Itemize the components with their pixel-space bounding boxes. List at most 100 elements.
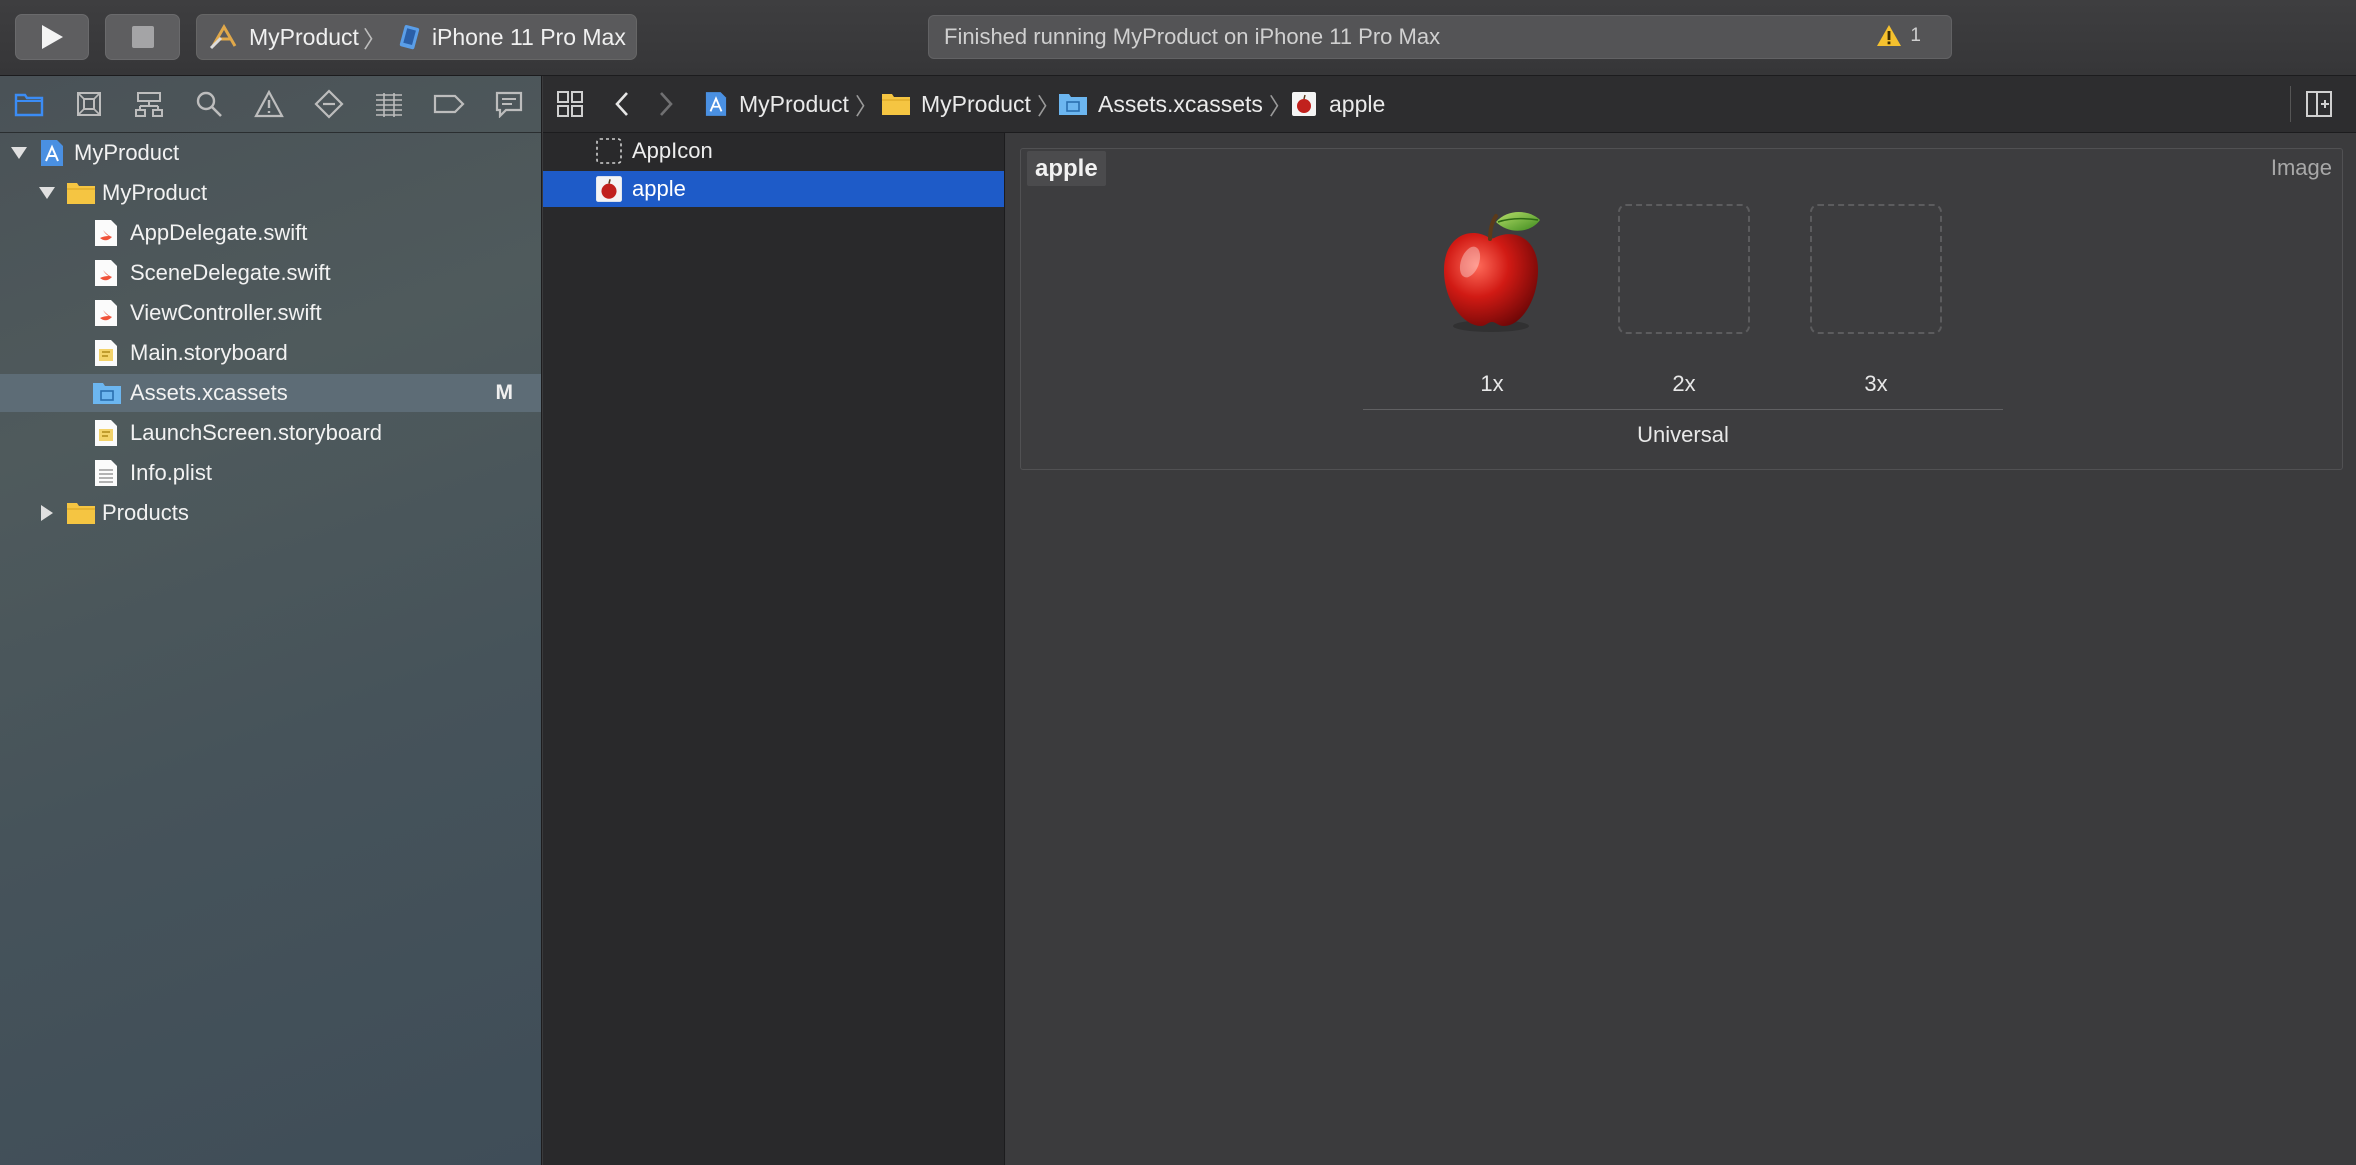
add-editor-button[interactable] (2305, 76, 2333, 132)
stop-icon (131, 26, 154, 48)
forward-button[interactable] (657, 76, 675, 132)
tree-label: Info.plist (130, 460, 212, 485)
breadcrumb-separator: 〉 (1268, 93, 1292, 119)
tab-symbol[interactable] (131, 88, 167, 120)
app-target-icon (209, 24, 237, 50)
tree-item-assets[interactable]: Assets.xcassets M (0, 374, 541, 412)
project-navigator-icon (14, 93, 44, 117)
image-set-name[interactable]: apple (1027, 151, 1106, 186)
scheme-project: MyProduct (249, 23, 359, 50)
grid-icon (557, 91, 583, 117)
swift-file-icon (95, 300, 117, 326)
tab-source-control[interactable] (71, 88, 107, 120)
image-slot-3x[interactable] (1810, 204, 1942, 334)
warning-indicator[interactable]: 1 (1876, 24, 1921, 47)
toolbar: MyProduct 〉 iPhone 11 Pro Max Finished r… (0, 0, 2356, 76)
disclosure-collapsed-icon[interactable] (38, 504, 56, 522)
tree-item-products[interactable]: Products (0, 494, 541, 532)
tab-issue[interactable] (251, 88, 287, 120)
asset-catalog-icon (1059, 94, 1087, 115)
tree-item-scenedelegate[interactable]: SceneDelegate.swift (0, 254, 541, 292)
breadcrumb-label: apple (1329, 90, 1386, 117)
play-icon (42, 25, 63, 49)
tree-item-appdelegate[interactable]: AppDelegate.swift (0, 214, 541, 252)
tree-item-infoplist[interactable]: Info.plist (0, 454, 541, 492)
tab-test[interactable] (311, 88, 347, 120)
image-set-icon (596, 176, 622, 202)
app-icon-set-icon (596, 138, 622, 164)
device-group-divider (1363, 409, 2003, 410)
image-set-icon (1292, 92, 1316, 116)
tab-project[interactable] (11, 88, 47, 120)
report-navigator-icon (495, 91, 523, 118)
breadcrumb-label: MyProduct (921, 90, 1031, 117)
folder-icon (882, 94, 910, 115)
tree-label: Main.storyboard (130, 340, 288, 365)
breadcrumb-assets[interactable]: Assets.xcassets 〉 (1058, 76, 1292, 132)
swift-file-icon (95, 260, 117, 286)
breadcrumb-project[interactable]: MyProduct 〉 (705, 76, 878, 132)
tree-label: Products (102, 500, 189, 525)
run-button[interactable] (15, 14, 89, 60)
storyboard-file-icon (95, 340, 117, 366)
tab-report[interactable] (491, 88, 527, 120)
breadcrumb-label: MyProduct (739, 90, 849, 117)
editor-jump-bar: MyProduct 〉 MyProduct 〉 Assets.xcassets … (543, 76, 2356, 133)
folder-icon (67, 183, 95, 204)
asset-label: apple (632, 176, 686, 201)
breadcrumb-label: Assets.xcassets (1098, 90, 1263, 117)
warning-icon (1877, 25, 1902, 46)
asset-item-apple[interactable]: apple (543, 171, 1004, 207)
find-navigator-icon (196, 91, 222, 117)
related-items-button[interactable] (556, 76, 584, 132)
apple-image (1444, 212, 1540, 332)
breadcrumb-image-set[interactable]: apple (1291, 76, 1385, 132)
scheme-device: iPhone 11 Pro Max (431, 23, 626, 50)
asset-item-appicon[interactable]: AppIcon (543, 133, 1004, 169)
tree-item-group-myproduct[interactable]: MyProduct (0, 174, 541, 212)
tab-breakpoint[interactable] (431, 88, 467, 120)
breakpoint-navigator-icon (433, 94, 465, 114)
debug-navigator-icon (376, 93, 402, 117)
tab-find[interactable] (191, 88, 227, 120)
back-button[interactable] (613, 76, 631, 132)
tab-debug[interactable] (371, 88, 407, 120)
xcode-project-icon (41, 140, 63, 166)
tree-label: AppDelegate.swift (130, 220, 308, 245)
storyboard-file-icon (95, 420, 117, 446)
tree-label: LaunchScreen.storyboard (130, 420, 382, 445)
stop-button[interactable] (105, 14, 180, 60)
disclosure-expanded-icon[interactable] (10, 144, 28, 162)
asset-catalog-icon (93, 383, 121, 404)
tree-label: MyProduct (102, 180, 208, 205)
chevron-left-icon (615, 92, 628, 116)
scale-label-1x: 1x (1480, 371, 1504, 396)
swift-file-icon (95, 220, 117, 246)
project-navigator: MyProduct MyProduct AppDelegate.swift Sc… (0, 76, 542, 1165)
navigator-tabs (0, 76, 541, 133)
image-set-type: Image (2270, 155, 2332, 180)
tree-item-launchscreen[interactable]: LaunchScreen.storyboard (0, 414, 541, 452)
plist-file-icon (95, 460, 117, 486)
image-slot-2x[interactable] (1618, 204, 1750, 334)
breadcrumb-separator: 〉 (854, 93, 878, 119)
tree-label: SceneDelegate.swift (130, 260, 331, 285)
source-control-badge: M (495, 381, 514, 404)
asset-label: AppIcon (632, 138, 713, 163)
image-slot-1x[interactable] (1426, 204, 1558, 334)
breadcrumb-separator: 〉 (1036, 93, 1060, 119)
symbol-navigator-icon (135, 92, 163, 117)
asset-list: AppIcon apple (543, 133, 1005, 1165)
tree-item-main-storyboard[interactable]: Main.storyboard (0, 334, 541, 372)
breadcrumb-group[interactable]: MyProduct 〉 (881, 76, 1060, 132)
tree-item-project[interactable]: MyProduct (0, 134, 541, 172)
scale-label-2x: 2x (1672, 371, 1696, 396)
image-set-panel: apple Image 1x 2x 3x Universal (1020, 148, 2343, 470)
status-text: Finished running MyProduct on iPhone 11 … (944, 24, 1441, 49)
tree-item-viewcontroller[interactable]: ViewController.swift (0, 294, 541, 332)
activity-status: Finished running MyProduct on iPhone 11 … (928, 15, 1952, 59)
folder-icon (67, 503, 95, 524)
scheme-selector[interactable]: MyProduct 〉 iPhone 11 Pro Max (196, 14, 637, 60)
disclosure-expanded-icon[interactable] (38, 184, 56, 202)
xcode-project-icon (705, 92, 727, 116)
